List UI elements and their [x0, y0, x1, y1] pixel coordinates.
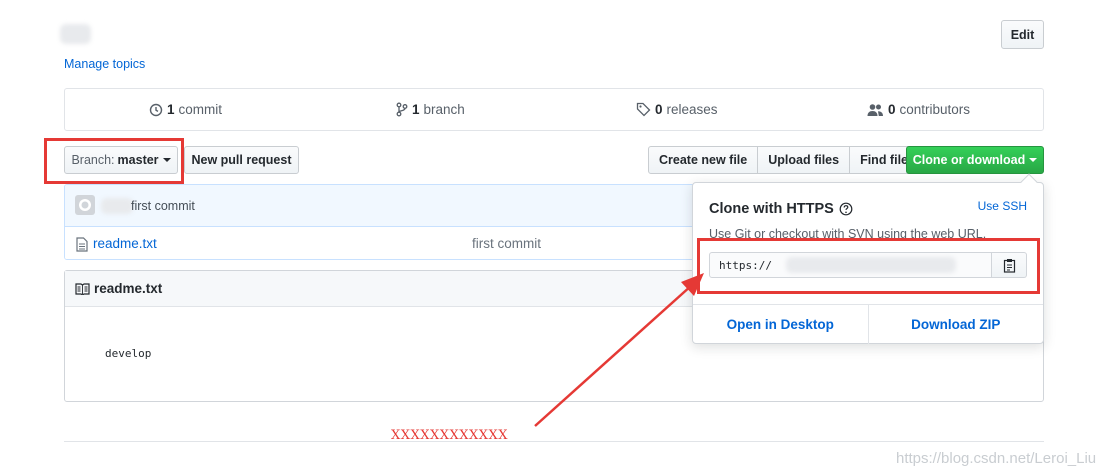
file-icon — [76, 237, 88, 252]
annotation-text: XXXXXXXXXXXX — [391, 428, 509, 443]
clone-url-text: https:// — [719, 259, 772, 272]
readme-content: develop — [105, 347, 152, 360]
clone-title: Clone with HTTPS — [709, 201, 834, 217]
open-in-desktop-button[interactable]: Open in Desktop — [693, 305, 869, 344]
watermark: https://blog.csdn.net/Leroi_Liu — [896, 450, 1097, 467]
file-name-link[interactable]: readme.txt — [93, 236, 157, 251]
caret-down-icon — [1029, 158, 1038, 162]
contributors-count: 0 — [888, 102, 896, 117]
commits-count: 1 — [167, 102, 175, 117]
clone-url-input[interactable]: https:// — [709, 252, 992, 278]
file-actions-group: Create new file Upload files Find file — [648, 146, 919, 174]
dropdown-footer: Open in Desktop Download ZIP — [693, 304, 1043, 344]
branches-label: branch — [423, 102, 465, 117]
new-pull-request-button[interactable]: New pull request — [184, 146, 299, 174]
create-new-file-button[interactable]: Create new file — [648, 146, 759, 174]
help-icon[interactable] — [839, 202, 853, 216]
divider — [64, 441, 1044, 442]
releases-count: 0 — [655, 102, 663, 117]
contributors-label: contributors — [899, 102, 971, 117]
redacted-url — [786, 257, 956, 273]
commit-message[interactable]: first commit — [131, 199, 195, 213]
clone-or-download-label: Clone or download — [912, 153, 1026, 167]
download-zip-label: Download ZIP — [911, 317, 1001, 332]
clone-dropdown: Clone with HTTPS Use SSH Use Git or chec… — [692, 173, 1044, 344]
git-branch-icon — [396, 102, 408, 117]
manage-topics-link[interactable]: Manage topics — [64, 57, 145, 71]
clone-or-download-button[interactable]: Clone or download — [906, 146, 1044, 174]
branches-stat[interactable]: 1 branch — [396, 89, 465, 130]
releases-stat[interactable]: 0 releases — [636, 89, 718, 130]
contributors-stat[interactable]: 0 contributors — [867, 89, 970, 130]
redacted-author — [101, 198, 133, 214]
repo-stats-bar: 1 commit 1 branch 0 releases 0 contribut… — [64, 88, 1044, 131]
branch-select-button[interactable]: Branch: master — [64, 146, 178, 174]
redacted-description — [60, 24, 91, 44]
use-ssh-link[interactable]: Use SSH — [978, 199, 1027, 213]
dropdown-arrow — [1020, 173, 1038, 191]
edit-button[interactable]: Edit — [1001, 20, 1044, 49]
octocat-icon — [79, 199, 91, 211]
people-icon — [867, 103, 883, 116]
branch-name: master — [117, 153, 159, 167]
readme-title: readme.txt — [94, 281, 163, 296]
caret-down-icon — [162, 158, 171, 162]
clipboard-icon — [1003, 258, 1015, 273]
commits-stat[interactable]: 1 commit — [149, 89, 222, 130]
avatar[interactable] — [75, 195, 95, 215]
commits-label: commit — [178, 102, 223, 117]
upload-files-button[interactable]: Upload files — [757, 146, 851, 174]
branch-prefix: Branch: — [71, 153, 115, 167]
clone-url-group: https:// — [709, 252, 1027, 278]
open-in-desktop-label: Open in Desktop — [726, 317, 834, 332]
file-commit-message[interactable]: first commit — [472, 236, 541, 251]
branches-count: 1 — [412, 102, 420, 117]
tag-icon — [636, 102, 651, 117]
download-zip-button[interactable]: Download ZIP — [869, 305, 1044, 344]
releases-label: releases — [666, 102, 718, 117]
copy-url-button[interactable] — [992, 252, 1027, 278]
history-icon — [149, 103, 163, 116]
book-icon — [75, 283, 90, 295]
clone-description: Use Git or checkout with SVN using the w… — [709, 227, 987, 241]
